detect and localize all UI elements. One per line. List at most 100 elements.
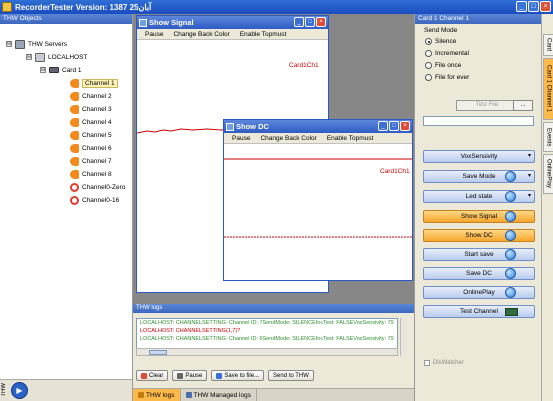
radio-incremental[interactable]: Incremental [425,50,469,57]
tab-events[interactable]: Events [543,122,553,152]
start-save-button[interactable]: Start save [423,248,535,261]
browse-button[interactable]: ... [513,100,533,111]
test-file-button[interactable]: Test File [456,100,518,111]
show-signal-title: Show Signal [149,18,194,27]
save-icon [216,372,223,379]
radio-label: Incremental [435,50,469,57]
tree-node-channel0-zero[interactable]: Channel0-Zero [70,181,125,193]
tab-card-1-channel-1[interactable]: Card 1 Channel 1 [543,58,553,120]
chevron-down-icon: ▾ [527,153,531,159]
send-mode-label: Send Mode [424,27,458,34]
file-path-input[interactable] [423,116,534,126]
collapse-icon[interactable]: ⊟ [26,54,32,60]
tree-node-channel-1[interactable]: Channel 1 [70,77,118,89]
log-vertical-scrollbar[interactable] [400,318,406,356]
send-to-thw-button[interactable]: Send to THW [268,370,314,381]
menu-change-back-color[interactable]: Change Back Color [260,135,316,142]
tree-label: THW Servers [28,40,67,48]
maximize-button[interactable]: □ [305,17,315,27]
minimize-button[interactable]: _ [516,1,527,12]
tree-label: Card 1 [62,66,82,74]
radio-indicator [425,62,432,69]
maximize-button[interactable]: □ [528,1,539,12]
clear-icon [141,372,147,379]
tree-node-channel-3[interactable]: Channel 3 [70,103,112,115]
pause-button[interactable]: Pause [172,370,208,381]
vox-sensivity-dropdown[interactable]: VoxSensivity ▾ [423,150,535,163]
maximize-button[interactable]: □ [389,121,399,131]
show-dc-label: Show DC [465,232,493,239]
show-signal-button[interactable]: Show Signal [423,210,535,223]
object-tree: ⊟ THW Servers ⊟ LOCALHOST ⊟ Card 1 Chann… [0,24,132,379]
radio-label: Silence [435,38,457,45]
channel-settings-panel: Card 1 Channel 1 Send Mode Silence Incre… [414,14,541,401]
online-play-button[interactable]: OnlinePlay [423,286,535,299]
window-icon [139,18,147,27]
orb-icon [505,287,516,298]
orb-icon [505,171,516,182]
tree-node-channel-2[interactable]: Channel 2 [70,90,112,102]
menu-enable-topmust[interactable]: Enable Topmust [240,31,287,38]
tree-node-channel-6[interactable]: Channel 6 [70,142,112,154]
tab-thw-logs[interactable]: THW logs [133,389,181,401]
chevron-down-icon: ▾ [527,173,531,179]
led-state-label: Led state [465,193,493,200]
save-mode-label: Save Mode [462,173,496,180]
show-dc-button[interactable]: Show DC [423,229,535,242]
menu-pause[interactable]: Pause [232,135,250,142]
thw-objects-header: THW Objects [0,14,132,24]
orb-icon [505,268,516,279]
led-state-dropdown[interactable]: Led state ▾ [423,190,535,203]
checkbox-box[interactable] [424,360,430,366]
diswatcher-checkbox[interactable]: DisWatcher [424,360,464,366]
close-button[interactable]: × [316,17,326,27]
radio-silence[interactable]: Silence [425,38,456,45]
radio-file-for-ever[interactable]: File for ever [425,74,469,81]
start-save-label: Start save [464,251,494,258]
card-icon [49,67,59,73]
save-to-file-button[interactable]: Save to file... [211,370,265,381]
menu-enable-topmust[interactable]: Enable Topmust [327,135,374,142]
test-channel-button[interactable]: Test Channel [423,305,535,318]
tree-label: LOCALHOST [48,53,88,61]
tab-label: THW Managed logs [193,391,251,399]
tree-label: Channel 4 [82,118,112,126]
tree-node-channel-8[interactable]: Channel 8 [70,168,112,180]
tree-label: Channel 1 [82,78,118,88]
tree-node-servers[interactable]: ⊟ THW Servers [6,38,67,50]
minimize-button[interactable]: _ [294,17,304,27]
collapse-icon[interactable]: ⊟ [40,67,46,73]
tree-node-localhost[interactable]: ⊟ LOCALHOST [26,51,87,63]
tree-node-channel-4[interactable]: Channel 4 [70,116,112,128]
tree-node-channel-5[interactable]: Channel 5 [70,129,112,141]
mdi-workspace: Show Signal _ □ × Pause Change Back Colo… [133,14,414,304]
tree-node-channel0-16[interactable]: Channel0-16 [70,194,119,206]
save-dc-button[interactable]: Save DC [423,267,535,280]
tab-card[interactable]: Card [543,34,553,56]
thw-tab[interactable]: THW [1,383,7,397]
radio-file-once[interactable]: File once [425,62,461,69]
minimize-button[interactable]: _ [378,121,388,131]
speaker-icon [70,143,79,153]
tree-node-card-1[interactable]: ⊟ Card 1 [40,64,82,76]
scrollbar-thumb[interactable] [149,350,167,355]
close-button[interactable]: × [400,121,410,131]
tab-thw-managed-logs[interactable]: THW Managed logs [181,389,257,401]
tree-label: Channel0-16 [82,196,120,204]
save-mode-dropdown[interactable]: Save Mode ▾ [423,170,535,183]
log-toolbar: Clear Pause Save to file... Send to THW [136,370,314,381]
log-horizontal-scrollbar[interactable] [136,348,398,356]
clear-button[interactable]: Clear [136,370,169,381]
tree-node-channel-7[interactable]: Channel 7 [70,155,112,167]
play-button[interactable]: ▶ [11,382,28,399]
dc-plot [224,158,412,238]
menu-pause[interactable]: Pause [145,31,163,38]
collapse-icon[interactable]: ⊟ [6,41,12,47]
close-button[interactable]: × [540,1,551,12]
window-controls: _ □ × [516,1,551,12]
thw-logs-header: THW logs [133,304,414,313]
tree-label: Channel 3 [82,105,112,113]
tab-onlineplay[interactable]: OnlinePlay [543,154,553,194]
menu-change-back-color[interactable]: Change Back Color [173,31,229,38]
speaker-icon [70,130,79,140]
